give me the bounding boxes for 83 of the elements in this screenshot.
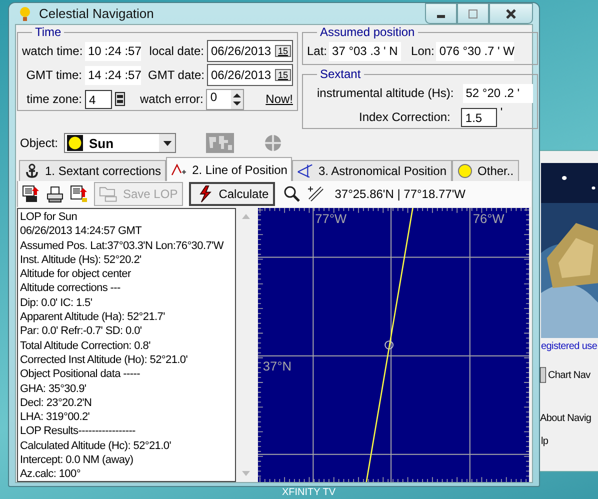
- position-marker: [384, 340, 394, 350]
- result-line: Intercept: 0.0 NM (away): [20, 453, 134, 468]
- gmt-time-field[interactable]: 14 :24 :57: [85, 66, 141, 84]
- group-title: Assumed position: [319, 25, 416, 39]
- longitude-label: 76°W: [472, 210, 504, 226]
- result-line: Az.calc: 100°: [20, 467, 82, 481]
- field-label: watch error:: [140, 92, 204, 106]
- field-label: local date:: [148, 44, 204, 58]
- result-line: LHA: 319°00.2': [20, 410, 91, 424]
- result-line: Dip: 0.0' IC: 1.5': [20, 296, 94, 310]
- gmt-date-field[interactable]: 06/26/2013 15: [207, 64, 293, 86]
- result-line: Apparent Altitude (Ha): 52°21.7': [20, 310, 166, 324]
- close-icon: [505, 8, 517, 20]
- result-line: Total Altitude Correction: 0.8': [20, 338, 152, 353]
- tab[interactable]: 3. Astronomical Position: [292, 160, 452, 181]
- field-label: Lon:: [411, 44, 434, 58]
- line-icon: [171, 162, 188, 178]
- results-text-area[interactable]: [17, 208, 236, 482]
- registered-user-link[interactable]: egistered use: [541, 341, 598, 352]
- calendar-button[interactable]: 15: [274, 45, 291, 57]
- group-title: Sextant: [319, 67, 362, 81]
- longitude-label: 77°W: [315, 210, 347, 226]
- field-label: Index Correction:: [359, 110, 450, 124]
- result-line: LOP for Sun: [20, 210, 78, 224]
- result-line: Corrected Inst Altitude (Ho): 52°21.0': [20, 352, 189, 368]
- result-line: Inst. Altitude (Hs): 52°20.2': [20, 252, 142, 268]
- anchor-icon: [24, 163, 40, 179]
- about-button[interactable]: About Navig: [540, 413, 592, 424]
- result-line: Decl: 23°20.2'N: [20, 396, 93, 410]
- printer-icon[interactable]: [46, 185, 64, 203]
- tab[interactable]: 1. Sextant corrections: [19, 160, 166, 181]
- result-line: Assumed Pos. Lat:37°03.3'N Lon:76°30.7'W: [20, 238, 225, 253]
- index-correction-field[interactable]: 1.5: [461, 108, 498, 126]
- triangle-icon: [297, 163, 314, 179]
- sun-icon: [456, 163, 473, 179]
- result-line: Par: 0.0' Refr:-0.7' SD: 0.0': [20, 324, 143, 339]
- sun-icon: [67, 135, 84, 151]
- minimize-icon: [437, 15, 445, 18]
- field-label: Object:: [20, 136, 58, 150]
- cursor-coordinates: 37°25.86'N | 77°18.77'W: [334, 187, 466, 201]
- close-button[interactable]: [489, 3, 533, 24]
- local-date-field[interactable]: 06/26/2013 15: [207, 40, 293, 62]
- maximize-icon: [468, 8, 478, 18]
- tab[interactable]: 2. Line of Position: [166, 157, 292, 181]
- device-icon[interactable]: [115, 92, 125, 106]
- longitude-field[interactable]: 076 °30 .7 ' W: [436, 42, 514, 60]
- export-document-icon[interactable]: [70, 185, 88, 203]
- watch-time-field[interactable]: 10 :24 :57: [85, 42, 141, 60]
- field-label: instrumental altitude (Hs):: [317, 86, 454, 100]
- field-label: Lat:: [307, 44, 328, 58]
- calendar-button[interactable]: 15: [274, 69, 291, 81]
- folder-icon: [99, 185, 119, 203]
- result-line: 06/26/2013 14:24:57 GMT: [20, 224, 143, 239]
- field-label: GMT date:: [148, 68, 204, 82]
- result-line: Calculated Altitude (Hc): 52°21.0': [20, 438, 172, 454]
- latitude-label: 37°N: [262, 358, 292, 374]
- unit-label: ': [500, 105, 503, 119]
- latitude-field[interactable]: 37 °03 .3 ' N: [329, 42, 402, 60]
- tab[interactable]: Other..: [452, 160, 519, 181]
- calculate-button[interactable]: Calculate: [188, 182, 275, 206]
- minimize-button[interactable]: [425, 3, 457, 24]
- result-line: Altitude corrections ---: [20, 281, 122, 296]
- field-label: watch time:: [22, 44, 82, 58]
- help-button[interactable]: lp: [541, 436, 548, 447]
- watch-error-spinner[interactable]: 0: [206, 88, 244, 110]
- object-dropdown[interactable]: Sun: [64, 133, 176, 153]
- ruler-icon[interactable]: [306, 185, 325, 203]
- sun-icon: [17, 6, 33, 22]
- zoom-icon[interactable]: [282, 185, 301, 203]
- caret-icon: [162, 140, 172, 146]
- field-label: time zone:: [26, 92, 82, 106]
- result-line: GHA: 35°30.9': [20, 382, 88, 396]
- result-line: Altitude for object center: [20, 267, 132, 282]
- result-line: Object Positional data -----: [20, 367, 141, 382]
- save-document-icon[interactable]: [22, 185, 40, 203]
- field-label: GMT time:: [25, 68, 82, 82]
- altitude-field[interactable]: 52 °20 .2 ': [462, 84, 533, 102]
- result-line: LOP Results-----------------: [20, 424, 136, 439]
- window-title: Celestial Navigation: [39, 6, 154, 21]
- time-zone-field[interactable]: 4: [85, 90, 112, 108]
- chart-navigator-button[interactable]: Chart Nav: [548, 370, 590, 380]
- group-title: Time: [34, 25, 62, 39]
- now-link[interactable]: Now!: [266, 92, 293, 106]
